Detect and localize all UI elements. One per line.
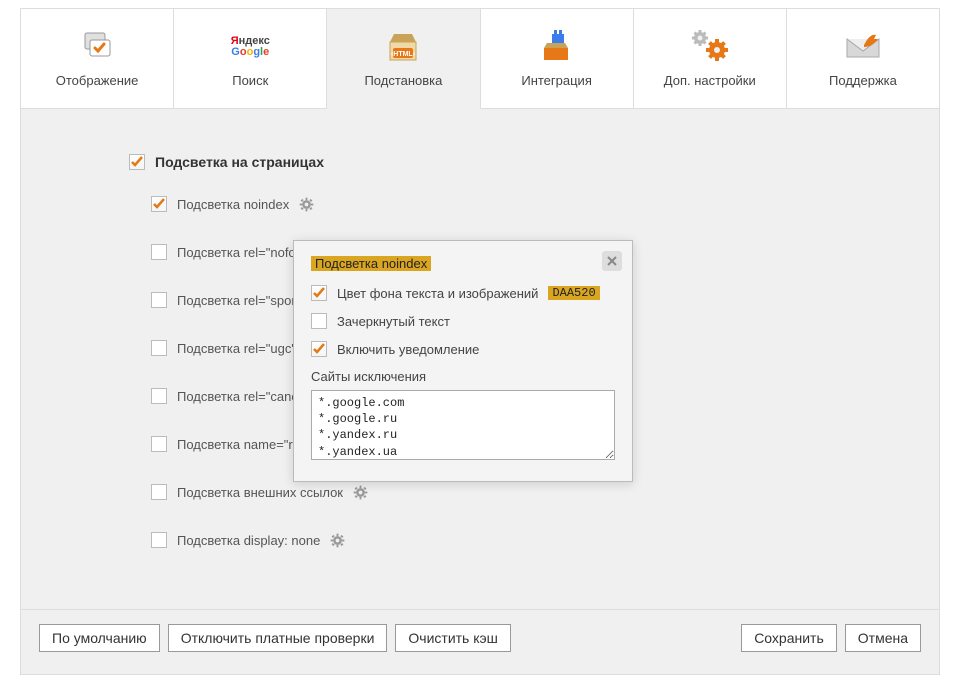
gear-icon[interactable] — [353, 485, 368, 500]
popup-strike-checkbox[interactable] — [311, 313, 327, 329]
support-icon — [844, 29, 882, 65]
option-row: Подсветка внешних ссылок — [151, 483, 939, 501]
option-row: Подсветка noindex — [151, 195, 939, 213]
tab-label: Поиск — [232, 73, 268, 88]
popup-strike-row: Зачеркнутый текст — [311, 313, 615, 329]
tab-label: Подстановка — [364, 73, 442, 88]
option-label: Подсветка display: none — [177, 533, 320, 548]
popup-bgcolor-label: Цвет фона текста и изображений — [337, 286, 538, 301]
popup-strike-label: Зачеркнутый текст — [337, 314, 450, 329]
option-checkbox[interactable] — [151, 532, 167, 548]
popup-bgcolor-row: Цвет фона текста и изображений DAA520 — [311, 285, 615, 301]
search-icon: Яндекс Google — [231, 29, 270, 65]
footer-bar: По умолчанию Отключить платные проверки … — [21, 609, 939, 674]
gear-icon[interactable] — [299, 197, 314, 212]
popup-bgcolor-checkbox[interactable] — [311, 285, 327, 301]
color-swatch[interactable]: DAA520 — [548, 286, 599, 300]
exclusion-textarea[interactable] — [311, 390, 615, 460]
save-button[interactable]: Сохранить — [741, 624, 837, 652]
substitution-icon: ‹HTML› — [384, 29, 422, 65]
cancel-button[interactable]: Отмена — [845, 624, 921, 652]
defaults-button[interactable]: По умолчанию — [39, 624, 160, 652]
option-checkbox[interactable] — [151, 484, 167, 500]
option-checkbox[interactable] — [151, 340, 167, 356]
option-row: Подсветка display: none — [151, 531, 939, 549]
option-label: Подсветка noindex — [177, 197, 289, 212]
popup-notify-row: Включить уведомление — [311, 341, 615, 357]
option-label: Подсветка внешних ссылок — [177, 485, 343, 500]
svg-text:‹HTML›: ‹HTML› — [391, 51, 416, 58]
tab-search[interactable]: Яндекс Google Поиск — [174, 9, 327, 109]
settings-window: Отображение Яндекс Google Поиск ‹HTML› П… — [20, 8, 940, 675]
tab-support[interactable]: Поддержка — [787, 9, 939, 109]
tab-display[interactable]: Отображение — [21, 9, 174, 109]
advanced-icon — [690, 29, 730, 65]
tab-label: Интеграция — [521, 73, 592, 88]
disable-paid-button[interactable]: Отключить платные проверки — [168, 624, 388, 652]
integration-icon — [540, 29, 574, 65]
tab-label: Отображение — [56, 73, 139, 88]
tab-label: Поддержка — [829, 73, 897, 88]
section-checkbox[interactable] — [129, 154, 145, 170]
tab-label: Доп. настройки — [664, 73, 756, 88]
option-checkbox[interactable] — [151, 196, 167, 212]
section-header: Подсветка на страницах — [129, 154, 939, 170]
noindex-popup: Подсветка noindex Цвет фона текста и изо… — [293, 240, 633, 482]
gear-icon[interactable] — [330, 533, 345, 548]
section-title: Подсветка на страницах — [155, 154, 324, 170]
option-label: Подсветка rel="ugc" — [177, 341, 296, 356]
popup-notify-checkbox[interactable] — [311, 341, 327, 357]
popup-close-button[interactable] — [602, 251, 622, 271]
popup-notify-label: Включить уведомление — [337, 342, 479, 357]
display-icon — [79, 29, 115, 65]
clear-cache-button[interactable]: Очистить кэш — [395, 624, 511, 652]
tab-integration[interactable]: Интеграция — [481, 9, 634, 109]
option-checkbox[interactable] — [151, 436, 167, 452]
tab-advanced[interactable]: Доп. настройки — [634, 9, 787, 109]
option-checkbox[interactable] — [151, 244, 167, 260]
option-checkbox[interactable] — [151, 388, 167, 404]
option-checkbox[interactable] — [151, 292, 167, 308]
popup-exclusion-label: Сайты исключения — [311, 369, 615, 384]
popup-title: Подсветка noindex — [311, 256, 431, 271]
tabs-bar: Отображение Яндекс Google Поиск ‹HTML› П… — [21, 9, 939, 109]
tab-substitution[interactable]: ‹HTML› Подстановка — [327, 9, 480, 109]
